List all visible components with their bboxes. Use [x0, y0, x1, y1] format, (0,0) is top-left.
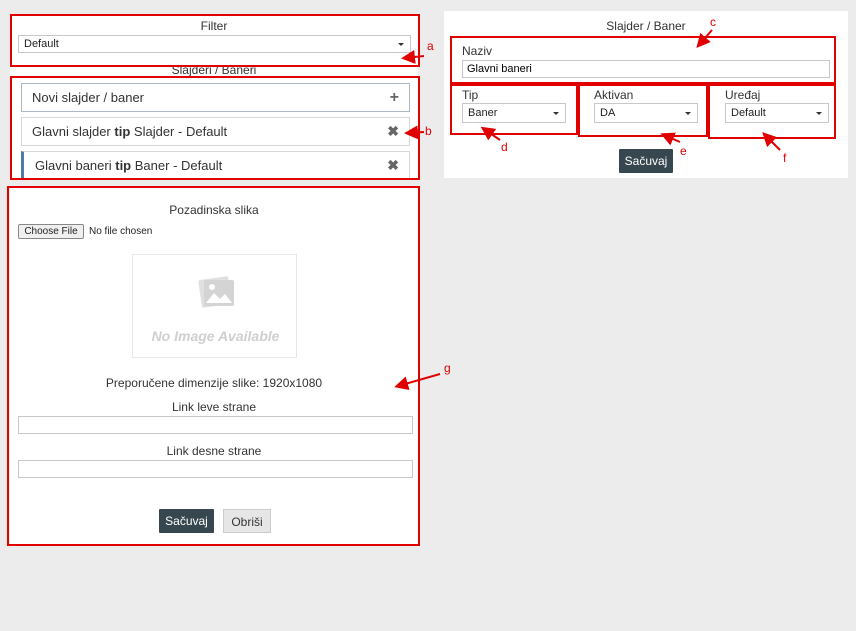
annotation-label-f: f: [783, 151, 787, 165]
annotation-box-b: [10, 76, 420, 180]
annotation-box-a: [10, 14, 420, 67]
annotation-box-c: [450, 36, 836, 84]
annotation-label-g: g: [444, 361, 451, 375]
annotation-label-d: d: [501, 140, 508, 154]
annotation-label-c: c: [710, 15, 716, 29]
annotation-box-e: [578, 84, 708, 137]
form-save-button[interactable]: Sačuvaj: [619, 149, 673, 173]
annotation-box-d: [450, 84, 578, 135]
annotation-label-a: a: [427, 39, 434, 53]
annotation-label-b: b: [425, 124, 432, 138]
annotation-box-f: [708, 84, 836, 139]
annotation-label-e: e: [680, 144, 687, 158]
form-title: Slajder / Baner: [606, 19, 686, 33]
annotation-box-g: [7, 186, 420, 546]
